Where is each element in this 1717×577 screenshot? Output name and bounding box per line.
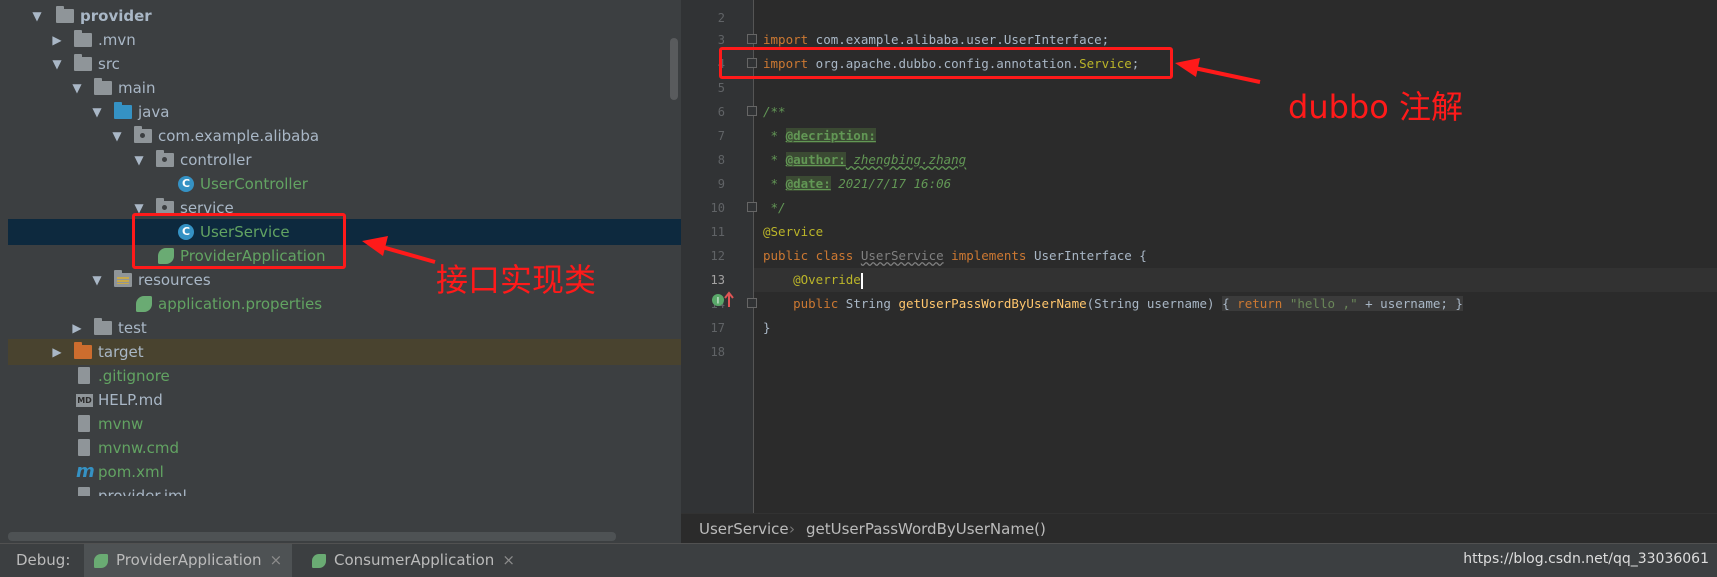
annotation-impl: 接口实现类	[436, 261, 597, 299]
annotation-dubbo: dubbo 注解	[1288, 88, 1463, 126]
arrow-head	[1175, 58, 1200, 77]
arrow-head	[362, 236, 388, 256]
